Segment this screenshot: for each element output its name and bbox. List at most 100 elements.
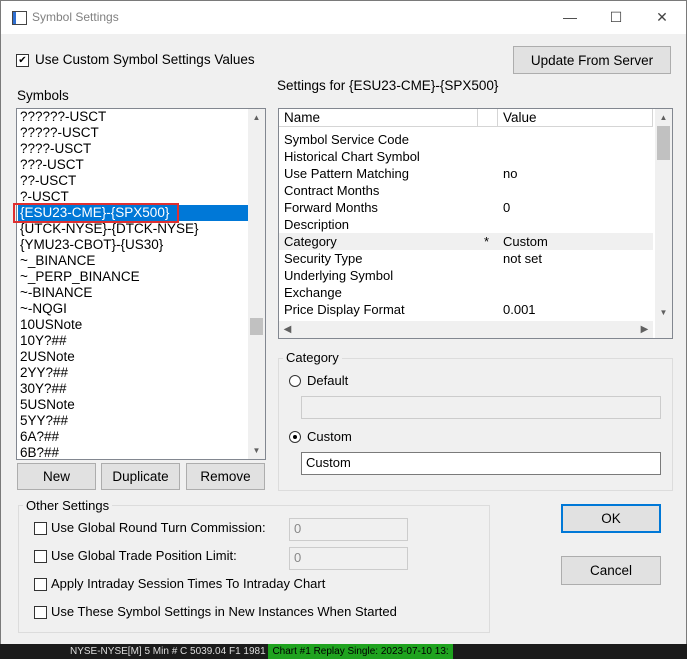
minimize-icon[interactable]: — bbox=[547, 1, 593, 34]
status-text: NYSE-NYSE[M] 5 Min # C 5039.04 F1 1981 bbox=[70, 646, 266, 657]
use-custom-label: Use Custom Symbol Settings Values bbox=[35, 52, 255, 67]
list-item[interactable]: ~-NQGI bbox=[20, 301, 67, 317]
list-item[interactable]: {YMU23-CBOT}-{US30} bbox=[20, 237, 163, 253]
grid-scrollbar[interactable]: ▲ ▼ bbox=[655, 109, 672, 338]
symbols-list[interactable]: ??????-USCT ?????-USCT ????-USCT ???-USCT??… bbox=[16, 108, 266, 460]
new-instances-label: Use These Symbol Settings in New Instanc… bbox=[51, 604, 397, 619]
list-item[interactable]: 2YY?## bbox=[20, 365, 68, 381]
default-radio-label: Default bbox=[307, 373, 349, 388]
table-row[interactable]: Description bbox=[279, 216, 653, 233]
list-item[interactable]: 6A?## bbox=[20, 429, 59, 445]
symbols-label: Symbols bbox=[17, 88, 69, 103]
grid-hscrollbar[interactable]: ◀ ▶ bbox=[279, 321, 653, 338]
row-flag bbox=[484, 131, 494, 148]
list-item[interactable]: ??-USCT bbox=[20, 173, 76, 189]
row-value bbox=[503, 216, 653, 233]
row-value: not set bbox=[503, 251, 543, 266]
table-row[interactable]: Forward Months 0 bbox=[279, 199, 653, 216]
list-item[interactable]: ????-USCT bbox=[20, 141, 91, 157]
table-row[interactable]: Contract Months bbox=[279, 182, 653, 199]
grid-scroll-up-icon[interactable]: ▲ bbox=[655, 109, 672, 126]
row-name: Category bbox=[284, 234, 337, 249]
custom-category-input[interactable]: Custom bbox=[301, 452, 661, 475]
scroll-thumb[interactable] bbox=[250, 318, 263, 335]
table-row[interactable]: Exchange bbox=[279, 284, 653, 301]
round-turn-input[interactable]: 0 bbox=[289, 518, 408, 541]
row-value: Custom bbox=[503, 234, 548, 249]
maximize-icon[interactable]: ☐ bbox=[593, 1, 639, 34]
update-from-server-button[interactable]: Update From Server bbox=[513, 46, 671, 74]
row-name: Historical Chart Symbol bbox=[284, 149, 420, 164]
table-row[interactable]: Underlying Symbol bbox=[279, 267, 653, 284]
list-item[interactable]: ~_PERP_BINANCE bbox=[20, 269, 140, 285]
row-flag: * bbox=[484, 234, 490, 249]
table-row[interactable]: Use Pattern Matching no bbox=[279, 165, 653, 182]
table-row[interactable]: Security Type not set bbox=[279, 250, 653, 267]
grid-header-flag[interactable] bbox=[478, 109, 498, 127]
row-value bbox=[503, 182, 653, 199]
table-row[interactable]: Price Display Format 0.001 bbox=[279, 301, 653, 318]
title-bar[interactable]: Symbol Settings — ☐ ✕ bbox=[1, 1, 686, 34]
row-name: Underlying Symbol bbox=[284, 268, 394, 283]
row-name: Exchange bbox=[284, 285, 342, 300]
row-value bbox=[503, 267, 653, 284]
scroll-down-icon[interactable]: ▼ bbox=[248, 442, 265, 459]
list-item[interactable]: ???-USCT bbox=[20, 157, 84, 173]
list-item[interactable]: 5USNote bbox=[20, 397, 75, 413]
list-item[interactable]: ?????-USCT bbox=[20, 125, 99, 141]
row-flag bbox=[484, 267, 494, 284]
row-value: 0 bbox=[503, 200, 511, 215]
round-turn-checkbox[interactable] bbox=[34, 522, 47, 535]
close-icon[interactable]: ✕ bbox=[639, 1, 685, 34]
intraday-label: Apply Intraday Session Times To Intraday… bbox=[51, 576, 326, 591]
row-name: Contract Months bbox=[284, 183, 380, 198]
trade-limit-input[interactable]: 0 bbox=[289, 547, 408, 570]
app-window-icon bbox=[12, 11, 27, 25]
row-flag bbox=[484, 182, 494, 199]
trade-limit-label: Use Global Trade Position Limit: bbox=[51, 548, 237, 563]
list-item[interactable]: ??????-USCT bbox=[20, 109, 106, 125]
row-flag bbox=[484, 250, 494, 267]
list-item[interactable]: {UTCK-NYSE}-{DTCK-NYSE} bbox=[20, 221, 199, 237]
grid-header-name[interactable]: Name bbox=[279, 109, 478, 127]
list-item[interactable]: 2USNote bbox=[20, 349, 75, 365]
custom-radio[interactable] bbox=[289, 431, 301, 443]
other-settings-title: Other Settings bbox=[23, 498, 113, 513]
scroll-up-icon[interactable]: ▲ bbox=[248, 109, 265, 126]
cancel-button[interactable]: Cancel bbox=[561, 556, 661, 585]
row-flag bbox=[484, 284, 494, 301]
intraday-checkbox[interactable] bbox=[34, 578, 47, 591]
remove-button[interactable]: Remove bbox=[186, 463, 265, 490]
row-flag bbox=[484, 165, 494, 182]
trade-limit-checkbox[interactable] bbox=[34, 550, 47, 563]
custom-radio-label: Custom bbox=[307, 429, 352, 444]
symbols-scrollbar[interactable]: ▲ ▼ bbox=[248, 109, 265, 459]
settings-grid[interactable]: Name Value Symbol Service Code Historical… bbox=[278, 108, 673, 339]
ok-button[interactable]: OK bbox=[561, 504, 661, 533]
table-row[interactable]: Symbol Service Code bbox=[279, 131, 653, 148]
grid-header-value[interactable]: Value bbox=[498, 109, 653, 127]
list-item[interactable]: 10USNote bbox=[20, 317, 82, 333]
grid-scroll-right-icon[interactable]: ▶ bbox=[636, 321, 653, 338]
default-radio[interactable] bbox=[289, 375, 301, 387]
row-name: Forward Months bbox=[284, 200, 378, 215]
table-row[interactable]: Historical Chart Symbol bbox=[279, 148, 653, 165]
duplicate-button[interactable]: Duplicate bbox=[101, 463, 180, 490]
grid-scroll-down-icon[interactable]: ▼ bbox=[655, 304, 672, 321]
grid-scroll-left-icon[interactable]: ◀ bbox=[279, 321, 296, 338]
row-name: Symbol Service Code bbox=[284, 132, 409, 147]
new-button[interactable]: New bbox=[17, 463, 96, 490]
list-item[interactable]: 10Y?## bbox=[20, 333, 67, 349]
row-name: Use Pattern Matching bbox=[284, 166, 410, 181]
table-row[interactable]: Category * Custom bbox=[279, 233, 653, 250]
list-item[interactable]: ~-BINANCE bbox=[20, 285, 92, 301]
list-item[interactable]: ~_BINANCE bbox=[20, 253, 95, 269]
new-instances-checkbox[interactable] bbox=[34, 606, 47, 619]
list-item[interactable]: 5YY?## bbox=[20, 413, 68, 429]
list-item[interactable]: 6B?## bbox=[20, 445, 59, 459]
row-name: Description bbox=[284, 217, 350, 232]
list-item[interactable]: 30Y?## bbox=[20, 381, 67, 397]
default-category-input[interactable] bbox=[301, 396, 661, 419]
use-custom-checkbox[interactable]: ✔ bbox=[16, 54, 29, 67]
grid-scroll-thumb[interactable] bbox=[657, 126, 670, 160]
